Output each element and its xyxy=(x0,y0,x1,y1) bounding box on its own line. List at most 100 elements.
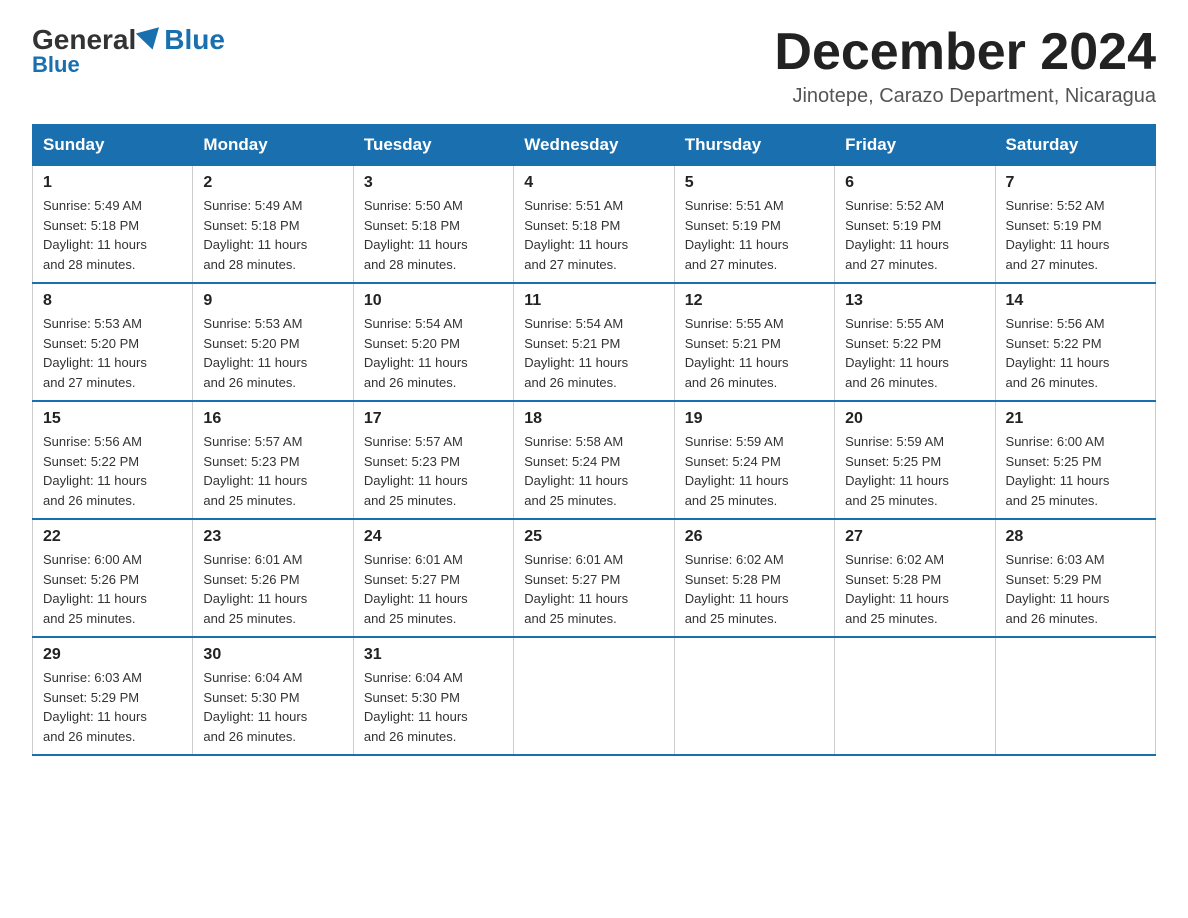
day-info: Sunrise: 5:56 AMSunset: 5:22 PMDaylight:… xyxy=(1006,316,1110,390)
day-info: Sunrise: 6:01 AMSunset: 5:26 PMDaylight:… xyxy=(203,552,307,626)
day-info: Sunrise: 6:01 AMSunset: 5:27 PMDaylight:… xyxy=(364,552,468,626)
calendar-cell: 23 Sunrise: 6:01 AMSunset: 5:26 PMDaylig… xyxy=(193,519,353,637)
day-info: Sunrise: 5:52 AMSunset: 5:19 PMDaylight:… xyxy=(845,198,949,272)
day-info: Sunrise: 5:55 AMSunset: 5:22 PMDaylight:… xyxy=(845,316,949,390)
day-number: 24 xyxy=(364,528,503,546)
calendar-cell: 17 Sunrise: 5:57 AMSunset: 5:23 PMDaylig… xyxy=(353,401,513,519)
calendar-cell: 10 Sunrise: 5:54 AMSunset: 5:20 PMDaylig… xyxy=(353,283,513,401)
day-info: Sunrise: 5:51 AMSunset: 5:19 PMDaylight:… xyxy=(685,198,789,272)
day-number: 8 xyxy=(43,292,182,310)
calendar-header-row: SundayMondayTuesdayWednesdayThursdayFrid… xyxy=(33,125,1156,166)
day-number: 14 xyxy=(1006,292,1145,310)
calendar-week-row: 8 Sunrise: 5:53 AMSunset: 5:20 PMDayligh… xyxy=(33,283,1156,401)
calendar-cell: 3 Sunrise: 5:50 AMSunset: 5:18 PMDayligh… xyxy=(353,166,513,284)
calendar-cell: 28 Sunrise: 6:03 AMSunset: 5:29 PMDaylig… xyxy=(995,519,1155,637)
calendar-cell: 20 Sunrise: 5:59 AMSunset: 5:25 PMDaylig… xyxy=(835,401,995,519)
day-info: Sunrise: 5:55 AMSunset: 5:21 PMDaylight:… xyxy=(685,316,789,390)
day-info: Sunrise: 6:03 AMSunset: 5:29 PMDaylight:… xyxy=(1006,552,1110,626)
calendar-cell: 27 Sunrise: 6:02 AMSunset: 5:28 PMDaylig… xyxy=(835,519,995,637)
calendar-cell: 26 Sunrise: 6:02 AMSunset: 5:28 PMDaylig… xyxy=(674,519,834,637)
day-info: Sunrise: 6:04 AMSunset: 5:30 PMDaylight:… xyxy=(203,670,307,744)
day-info: Sunrise: 5:57 AMSunset: 5:23 PMDaylight:… xyxy=(364,434,468,508)
day-info: Sunrise: 6:02 AMSunset: 5:28 PMDaylight:… xyxy=(685,552,789,626)
day-number: 6 xyxy=(845,174,984,192)
calendar-cell: 24 Sunrise: 6:01 AMSunset: 5:27 PMDaylig… xyxy=(353,519,513,637)
day-number: 2 xyxy=(203,174,342,192)
calendar-cell: 16 Sunrise: 5:57 AMSunset: 5:23 PMDaylig… xyxy=(193,401,353,519)
day-info: Sunrise: 5:59 AMSunset: 5:24 PMDaylight:… xyxy=(685,434,789,508)
day-info: Sunrise: 5:49 AMSunset: 5:18 PMDaylight:… xyxy=(43,198,147,272)
calendar-cell: 12 Sunrise: 5:55 AMSunset: 5:21 PMDaylig… xyxy=(674,283,834,401)
logo-underline: Blue xyxy=(32,52,80,78)
day-info: Sunrise: 6:00 AMSunset: 5:25 PMDaylight:… xyxy=(1006,434,1110,508)
calendar-week-row: 1 Sunrise: 5:49 AMSunset: 5:18 PMDayligh… xyxy=(33,166,1156,284)
calendar-cell xyxy=(514,637,674,755)
day-info: Sunrise: 6:02 AMSunset: 5:28 PMDaylight:… xyxy=(845,552,949,626)
day-number: 5 xyxy=(685,174,824,192)
day-number: 7 xyxy=(1006,174,1145,192)
day-number: 1 xyxy=(43,174,182,192)
day-info: Sunrise: 5:54 AMSunset: 5:21 PMDaylight:… xyxy=(524,316,628,390)
calendar-cell: 8 Sunrise: 5:53 AMSunset: 5:20 PMDayligh… xyxy=(33,283,193,401)
day-number: 12 xyxy=(685,292,824,310)
day-number: 13 xyxy=(845,292,984,310)
calendar-cell: 4 Sunrise: 5:51 AMSunset: 5:18 PMDayligh… xyxy=(514,166,674,284)
day-number: 30 xyxy=(203,646,342,664)
day-number: 27 xyxy=(845,528,984,546)
day-info: Sunrise: 5:57 AMSunset: 5:23 PMDaylight:… xyxy=(203,434,307,508)
calendar-cell: 30 Sunrise: 6:04 AMSunset: 5:30 PMDaylig… xyxy=(193,637,353,755)
day-number: 4 xyxy=(524,174,663,192)
calendar-cell: 31 Sunrise: 6:04 AMSunset: 5:30 PMDaylig… xyxy=(353,637,513,755)
day-info: Sunrise: 5:51 AMSunset: 5:18 PMDaylight:… xyxy=(524,198,628,272)
calendar-week-row: 29 Sunrise: 6:03 AMSunset: 5:29 PMDaylig… xyxy=(33,637,1156,755)
day-number: 19 xyxy=(685,410,824,428)
day-info: Sunrise: 6:03 AMSunset: 5:29 PMDaylight:… xyxy=(43,670,147,744)
day-info: Sunrise: 5:58 AMSunset: 5:24 PMDaylight:… xyxy=(524,434,628,508)
page-header: General Blue Blue December 2024 Jinotepe… xyxy=(32,24,1156,108)
day-number: 20 xyxy=(845,410,984,428)
day-number: 15 xyxy=(43,410,182,428)
calendar-week-row: 22 Sunrise: 6:00 AMSunset: 5:26 PMDaylig… xyxy=(33,519,1156,637)
col-header-thursday: Thursday xyxy=(674,125,834,166)
day-number: 31 xyxy=(364,646,503,664)
day-number: 29 xyxy=(43,646,182,664)
day-info: Sunrise: 5:54 AMSunset: 5:20 PMDaylight:… xyxy=(364,316,468,390)
logo-blue-text: Blue xyxy=(164,24,225,56)
col-header-sunday: Sunday xyxy=(33,125,193,166)
calendar-cell: 22 Sunrise: 6:00 AMSunset: 5:26 PMDaylig… xyxy=(33,519,193,637)
calendar-cell: 11 Sunrise: 5:54 AMSunset: 5:21 PMDaylig… xyxy=(514,283,674,401)
day-info: Sunrise: 5:49 AMSunset: 5:18 PMDaylight:… xyxy=(203,198,307,272)
day-number: 9 xyxy=(203,292,342,310)
calendar-cell: 21 Sunrise: 6:00 AMSunset: 5:25 PMDaylig… xyxy=(995,401,1155,519)
col-header-monday: Monday xyxy=(193,125,353,166)
day-number: 18 xyxy=(524,410,663,428)
col-header-tuesday: Tuesday xyxy=(353,125,513,166)
location-text: Jinotepe, Carazo Department, Nicaragua xyxy=(774,85,1156,108)
calendar-table: SundayMondayTuesdayWednesdayThursdayFrid… xyxy=(32,124,1156,756)
calendar-cell: 1 Sunrise: 5:49 AMSunset: 5:18 PMDayligh… xyxy=(33,166,193,284)
day-info: Sunrise: 6:00 AMSunset: 5:26 PMDaylight:… xyxy=(43,552,147,626)
day-number: 17 xyxy=(364,410,503,428)
calendar-cell: 5 Sunrise: 5:51 AMSunset: 5:19 PMDayligh… xyxy=(674,166,834,284)
calendar-cell: 15 Sunrise: 5:56 AMSunset: 5:22 PMDaylig… xyxy=(33,401,193,519)
day-info: Sunrise: 6:04 AMSunset: 5:30 PMDaylight:… xyxy=(364,670,468,744)
month-title: December 2024 xyxy=(774,24,1156,81)
day-number: 3 xyxy=(364,174,503,192)
calendar-cell xyxy=(995,637,1155,755)
day-number: 26 xyxy=(685,528,824,546)
day-info: Sunrise: 6:01 AMSunset: 5:27 PMDaylight:… xyxy=(524,552,628,626)
calendar-cell: 25 Sunrise: 6:01 AMSunset: 5:27 PMDaylig… xyxy=(514,519,674,637)
day-info: Sunrise: 5:53 AMSunset: 5:20 PMDaylight:… xyxy=(43,316,147,390)
calendar-cell: 18 Sunrise: 5:58 AMSunset: 5:24 PMDaylig… xyxy=(514,401,674,519)
day-number: 28 xyxy=(1006,528,1145,546)
calendar-cell: 2 Sunrise: 5:49 AMSunset: 5:18 PMDayligh… xyxy=(193,166,353,284)
day-info: Sunrise: 5:56 AMSunset: 5:22 PMDaylight:… xyxy=(43,434,147,508)
calendar-cell: 6 Sunrise: 5:52 AMSunset: 5:19 PMDayligh… xyxy=(835,166,995,284)
day-number: 10 xyxy=(364,292,503,310)
day-number: 16 xyxy=(203,410,342,428)
calendar-cell xyxy=(835,637,995,755)
calendar-cell: 14 Sunrise: 5:56 AMSunset: 5:22 PMDaylig… xyxy=(995,283,1155,401)
day-info: Sunrise: 5:50 AMSunset: 5:18 PMDaylight:… xyxy=(364,198,468,272)
calendar-week-row: 15 Sunrise: 5:56 AMSunset: 5:22 PMDaylig… xyxy=(33,401,1156,519)
day-number: 21 xyxy=(1006,410,1145,428)
